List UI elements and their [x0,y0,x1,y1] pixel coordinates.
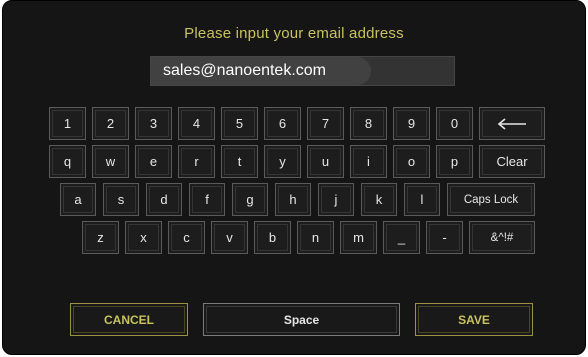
caps-lock-key[interactable]: Caps Lock [447,183,535,216]
key-8[interactable]: 8 [350,107,387,140]
key-w[interactable]: w [92,145,129,178]
symbols-key[interactable]: &^!# [469,221,535,254]
key-r[interactable]: r [178,145,215,178]
key-d[interactable]: d [146,183,182,216]
clear-key[interactable]: Clear [479,145,545,178]
key-a[interactable]: a [60,183,96,216]
key-f[interactable]: f [189,183,225,216]
backspace-key[interactable] [479,107,545,140]
key-5[interactable]: 5 [221,107,258,140]
key-t[interactable]: t [221,145,258,178]
keyboard-dialog: Please input your email address sales@na… [2,0,586,355]
key-1[interactable]: 1 [49,107,86,140]
key-7[interactable]: 7 [307,107,344,140]
key-9[interactable]: 9 [393,107,430,140]
key-i[interactable]: i [350,145,387,178]
page-title: Please input your email address [184,25,404,42]
key-j[interactable]: j [318,183,354,216]
on-screen-keyboard: 1 2 3 4 5 6 7 8 9 0 q w e r t y u i o p … [49,107,547,282]
key-p[interactable]: p [436,145,473,178]
key-n[interactable]: n [297,221,334,254]
left-arrow-icon [497,117,526,130]
email-value: sales@nanoentek.com [163,62,326,79]
email-field[interactable]: sales@nanoentek.com [150,56,455,86]
key-3[interactable]: 3 [135,107,172,140]
key-k[interactable]: k [361,183,397,216]
key-u[interactable]: u [307,145,344,178]
key-y[interactable]: y [264,145,301,178]
key-e[interactable]: e [135,145,172,178]
key-v[interactable]: v [211,221,248,254]
key-underscore[interactable]: _ [383,221,420,254]
key-h[interactable]: h [275,183,311,216]
save-button[interactable]: SAVE [415,303,533,336]
key-o[interactable]: o [393,145,430,178]
space-button[interactable]: Space [203,303,400,336]
key-g[interactable]: g [232,183,268,216]
key-s[interactable]: s [103,183,139,216]
key-0[interactable]: 0 [436,107,473,140]
key-hyphen[interactable]: - [426,221,463,254]
key-z[interactable]: z [82,221,119,254]
key-c[interactable]: c [168,221,205,254]
key-x[interactable]: x [125,221,162,254]
key-m[interactable]: m [340,221,377,254]
key-b[interactable]: b [254,221,291,254]
key-l[interactable]: l [404,183,440,216]
cancel-button[interactable]: CANCEL [70,303,188,336]
key-2[interactable]: 2 [92,107,129,140]
key-6[interactable]: 6 [264,107,301,140]
key-4[interactable]: 4 [178,107,215,140]
key-q[interactable]: q [49,145,86,178]
